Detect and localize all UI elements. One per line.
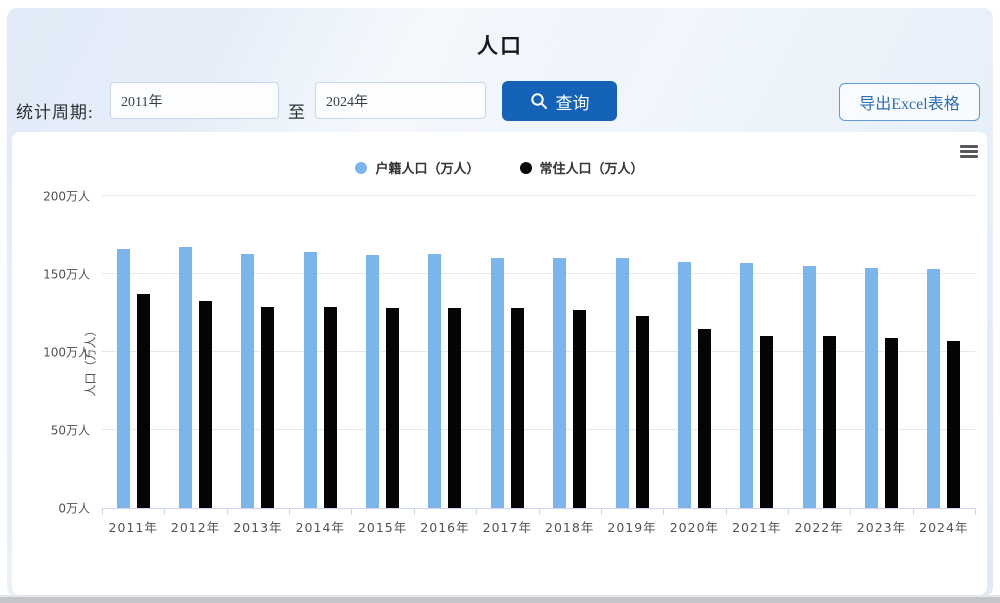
x-axis-label: 2020年	[670, 517, 719, 536]
legend-item-registered-population[interactable]: 户籍人口（万人）	[355, 158, 479, 177]
bar-series-1-2015年[interactable]	[386, 308, 399, 508]
bar-series-1-2018年[interactable]	[573, 310, 586, 508]
x-axis-tick	[351, 508, 352, 515]
page-title: 人口	[7, 30, 993, 60]
x-axis-label: 2017年	[483, 517, 532, 536]
x-axis-tick	[913, 508, 914, 515]
x-axis-tick	[788, 508, 789, 515]
x-axis-tick	[289, 508, 290, 515]
x-axis-label: 2013年	[233, 517, 282, 536]
bar-series-0-2021年[interactable]	[740, 263, 753, 508]
x-axis-tick	[164, 508, 165, 515]
x-axis-tick	[975, 508, 976, 515]
bar-series-0-2011年[interactable]	[117, 249, 130, 508]
bar-series-1-2011年[interactable]	[137, 294, 150, 508]
x-axis-tick	[102, 508, 103, 515]
x-axis-tick	[476, 508, 477, 515]
query-button-label: 查询	[556, 89, 590, 114]
bar-series-1-2013年[interactable]	[261, 307, 274, 508]
bar-series-0-2019年[interactable]	[616, 258, 629, 508]
legend-marker-black-icon	[520, 162, 532, 174]
x-axis-tick	[539, 508, 540, 515]
x-axis-tick	[850, 508, 851, 515]
gridline	[102, 195, 975, 196]
x-axis-label: 2015年	[358, 517, 407, 536]
query-button[interactable]: 查询	[502, 81, 617, 121]
export-button-label: 导出Excel表格	[859, 90, 959, 114]
x-axis-label: 2011年	[109, 517, 158, 536]
x-axis-label: 2024年	[919, 517, 968, 536]
bottom-scrollbar-strip[interactable]	[0, 595, 1000, 603]
bar-series-1-2017年[interactable]	[511, 308, 524, 508]
y-axis-tick-label: 150万人	[43, 266, 90, 283]
y-axis-tick-label: 0万人	[58, 500, 90, 517]
x-axis-label: 2012年	[171, 517, 220, 536]
plot-area: 人口（万人） 0万人50万人100万人150万人200万人2011年2012年2…	[102, 196, 975, 509]
bar-series-0-2023年[interactable]	[865, 268, 878, 508]
period-end-input[interactable]	[315, 82, 486, 119]
chart-legend: 户籍人口（万人） 常住人口（万人）	[12, 158, 987, 177]
main-panel: 人口 统计周期: 至 查询 导出Excel表格 户籍人口（万人） 常住人口（万人…	[7, 8, 993, 597]
x-axis-label: 2014年	[296, 517, 345, 536]
bar-series-1-2023年[interactable]	[885, 338, 898, 508]
x-axis-label: 2016年	[420, 517, 469, 536]
period-label: 统计周期:	[16, 98, 94, 123]
bar-series-1-2019年[interactable]	[636, 316, 649, 508]
gridline	[102, 273, 975, 274]
bar-series-1-2016年[interactable]	[448, 308, 461, 508]
bar-series-0-2013年[interactable]	[241, 254, 254, 508]
bar-series-0-2024年[interactable]	[927, 269, 940, 508]
bar-series-0-2017年[interactable]	[491, 258, 504, 508]
bar-series-0-2016年[interactable]	[428, 254, 441, 508]
gridline	[102, 351, 975, 352]
x-axis-label: 2022年	[794, 517, 843, 536]
y-axis-tick-label: 100万人	[43, 344, 90, 361]
legend-marker-blue-icon	[355, 162, 367, 174]
bar-series-1-2012年[interactable]	[199, 301, 212, 508]
gridline	[102, 429, 975, 430]
bar-series-0-2012年[interactable]	[179, 247, 192, 508]
x-axis-label: 2021年	[732, 517, 781, 536]
bar-series-0-2018年[interactable]	[553, 258, 566, 508]
x-axis-tick	[227, 508, 228, 515]
bar-series-1-2020年[interactable]	[698, 329, 711, 508]
legend-label: 常住人口（万人）	[540, 158, 644, 177]
bar-series-1-2022年[interactable]	[823, 336, 836, 508]
legend-item-resident-population[interactable]: 常住人口（万人）	[520, 158, 644, 177]
x-axis-tick	[726, 508, 727, 515]
x-axis-label: 2023年	[857, 517, 906, 536]
search-icon	[530, 92, 548, 110]
x-axis-tick	[663, 508, 664, 515]
export-excel-button[interactable]: 导出Excel表格	[839, 83, 980, 121]
bar-series-1-2024年[interactable]	[947, 341, 960, 508]
y-axis-tick-label: 200万人	[43, 188, 90, 205]
bar-series-0-2022年[interactable]	[803, 266, 816, 508]
x-axis-label: 2018年	[545, 517, 594, 536]
x-axis-label: 2019年	[607, 517, 656, 536]
bar-series-1-2014年[interactable]	[324, 307, 337, 508]
y-axis-title: 人口（万人）	[82, 301, 99, 421]
period-start-input[interactable]	[110, 82, 279, 119]
bar-series-1-2021年[interactable]	[760, 336, 773, 508]
bar-series-0-2015年[interactable]	[366, 255, 379, 508]
bar-series-0-2020年[interactable]	[678, 262, 691, 508]
y-axis-tick-label: 50万人	[51, 422, 90, 439]
x-axis-tick	[414, 508, 415, 515]
legend-label: 户籍人口（万人）	[375, 158, 479, 177]
chart-card: 户籍人口（万人） 常住人口（万人） 人口（万人） 0万人50万人100万人150…	[12, 132, 987, 595]
bar-series-0-2014年[interactable]	[304, 252, 317, 508]
x-axis-tick	[601, 508, 602, 515]
to-label: 至	[288, 98, 305, 123]
